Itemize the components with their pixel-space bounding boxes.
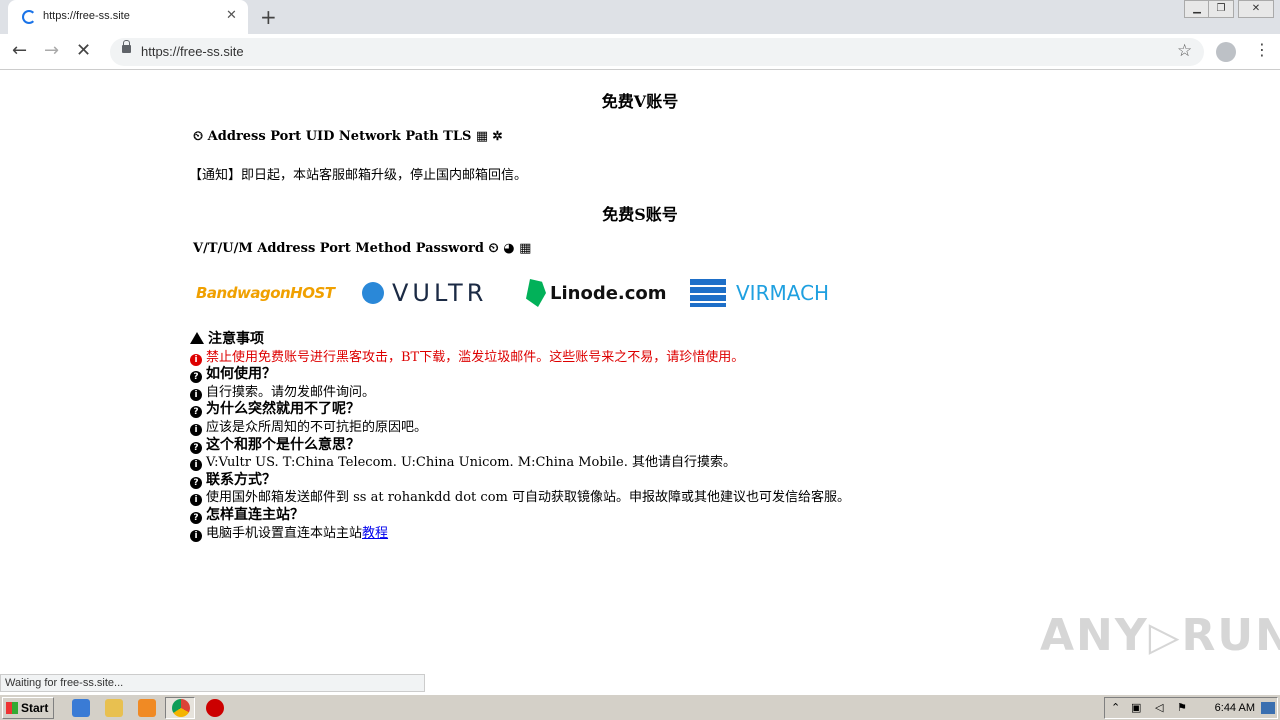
stop-loading-button[interactable]: ✕ [76,40,91,61]
faq-answer-4: i 使用国外邮箱发送邮件到 ss at rohankdd dot com 可自动获… [190,489,850,507]
tray-expand-icon[interactable]: ⌃ [1111,701,1120,714]
faq-attention-title: 注意事项 [190,331,850,349]
v-columns-row: ⏲ Address Port UID Network Path TLS ▦ ✲ [193,129,502,144]
start-button[interactable]: Start [2,697,54,719]
linode-mark-icon [526,279,546,307]
chrome-icon [172,699,190,717]
close-tab-icon[interactable]: ✕ [226,8,237,23]
network-tray-icon[interactable]: ▣ [1131,701,1141,714]
close-window-button[interactable]: ✕ [1238,0,1274,18]
qrcode-icon: ▦ [475,129,489,144]
explorer-icon[interactable] [105,699,123,717]
vultr-mascot-icon [362,282,384,304]
tutorial-link[interactable]: 教程 [362,526,388,541]
server-stack-icon [690,279,726,307]
back-button[interactable]: ← [12,40,27,61]
browser-menu-icon[interactable]: ⋮ [1254,40,1270,59]
profile-avatar[interactable] [1216,42,1236,62]
faq-question-1: ? 如何使用？ [190,366,850,384]
qrcode-icon: ▦ [519,241,532,256]
warning-icon [190,332,204,344]
faq-answer-1: i 自行摸索。请勿发邮件询问。 [190,384,850,402]
tab-strip: https://free-ss.site ✕ + ▁ ❐ ✕ [0,0,1280,34]
v-columns-text: Address Port UID Network Path TLS [207,129,472,144]
network-icon: ✲ [492,129,503,144]
url-text: https://free-ss.site [141,44,244,59]
minimize-button[interactable]: ▁ [1184,0,1210,18]
lock-icon [122,40,131,53]
page-content: 免费V账号 ⏲ Address Port UID Network Path TL… [0,71,1280,675]
browser-toolbar: ← → ✕ https://free-ss.site ☆ ⋮ [0,34,1280,70]
flag-icon[interactable]: ⚑ [1177,701,1187,714]
question-icon: ? [190,476,202,489]
virmach-logo[interactable]: VIRMACH [690,275,830,311]
anyrun-watermark: ANY▷RUN [1040,610,1280,661]
loading-spinner-icon [22,10,36,24]
bandwagonhost-logo[interactable]: BandwagonHOST [196,275,346,311]
info-icon: i [190,423,202,436]
faq-question-2: ? 为什么突然就用不了呢？ [190,401,850,419]
info-icon: i [190,529,202,542]
globe-icon: ◕ [503,241,515,256]
browser-tab[interactable]: https://free-ss.site ✕ [8,0,248,34]
status-bubble: Waiting for free-ss.site... [0,674,425,692]
clock-icon: ⏲ [193,129,204,144]
faq-question-3: ? 这个和那个是什么意思？ [190,437,850,455]
faq-answer-2: i 应该是众所周知的不可抗拒的原因吧。 [190,419,850,437]
faq-question-5: ? 怎样直连主站？ [190,507,850,525]
question-icon: ? [190,511,202,524]
info-icon: i [190,494,202,507]
s-columns-text: V/T/U/M Address Port Method Password [193,241,484,256]
faq-section: 注意事项 i 禁止使用免费账号进行黑客攻击，BT下载，滥发垃圾邮件。这些账号来之不… [190,331,850,542]
linode-logo[interactable]: Linode.com [526,275,671,311]
bookmark-star-icon[interactable]: ☆ [1177,41,1192,61]
address-bar[interactable]: https://free-ss.site ☆ [110,38,1204,66]
heading-free-v: 免费V账号 [601,92,679,111]
info-icon: i [190,459,202,472]
system-tray: ⌃ ▣ ◁ ⚑ 6:44 AM [1104,697,1278,719]
new-tab-button[interactable]: + [260,5,277,29]
faq-answer-5: i 电脑手机设置直连本站主站教程 [190,525,850,543]
faq-attention-text: i 禁止使用免费账号进行黑客攻击，BT下载，滥发垃圾邮件。这些账号来之不易，请珍惜… [190,349,850,367]
clock: 6:44 AM [1214,702,1255,714]
media-player-icon[interactable] [138,699,156,717]
stop-icon[interactable] [206,699,224,717]
chrome-taskbar-button[interactable] [165,697,195,719]
tab-title: https://free-ss.site [43,10,130,22]
question-icon: ? [190,441,202,454]
info-icon: i [190,353,202,366]
volume-icon[interactable]: ◁ [1155,701,1163,714]
s-columns-row: V/T/U/M Address Port Method Password ⏲ ◕… [193,241,531,256]
question-icon: ? [190,371,202,384]
restore-button[interactable]: ❐ [1208,0,1234,18]
question-icon: ? [190,406,202,419]
faq-question-4: ? 联系方式？ [190,472,850,490]
ie-icon[interactable] [72,699,90,717]
taskbar: Start ⌃ ▣ ◁ ⚑ 6:44 AM [0,694,1280,720]
info-icon: i [190,388,202,401]
heading-free-s: 免费S账号 [602,205,678,224]
forward-button[interactable]: → [44,40,59,61]
clock-icon: ⏲ [488,241,499,256]
faq-answer-3: i V:Vultr US. T:China Telecom. U:China Un… [190,454,850,472]
show-desktop-icon[interactable] [1261,702,1275,714]
notice-text: 【通知】即日起，本站客服邮箱升级，停止国内邮箱回信。 [189,168,528,183]
vultr-logo[interactable]: VULTR [362,275,507,311]
